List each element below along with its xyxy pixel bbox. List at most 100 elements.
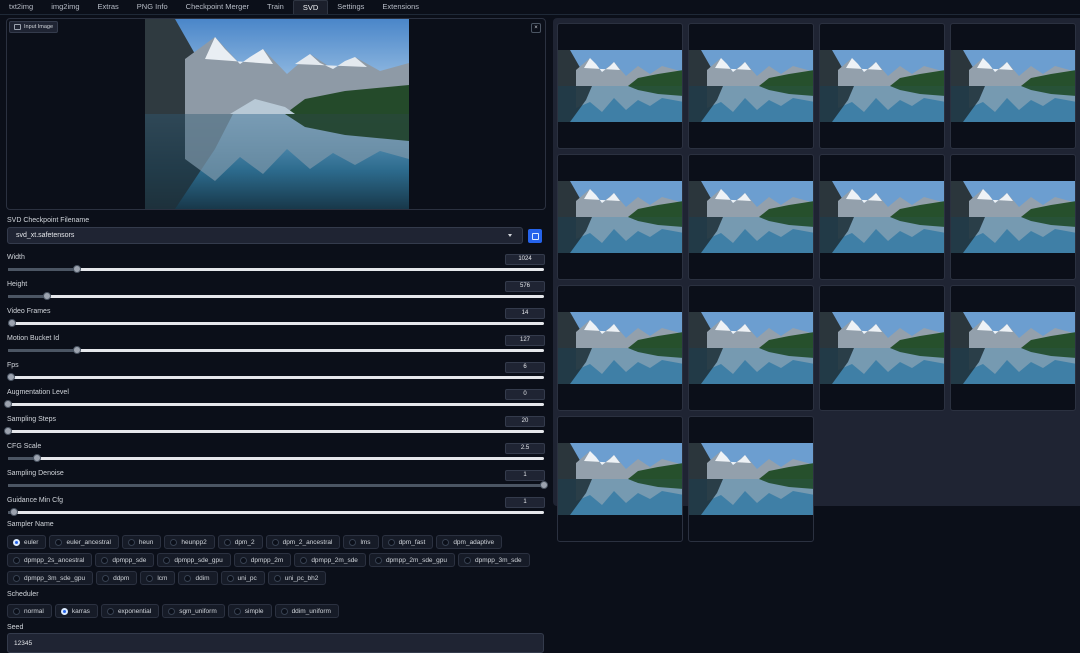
scheduler-option-exponential[interactable]: exponential xyxy=(100,604,160,618)
frame-image xyxy=(689,312,813,384)
cfg-scale-slider[interactable] xyxy=(8,454,544,462)
radio-dot-icon xyxy=(280,607,288,615)
cfg-scale-slider-handle[interactable] xyxy=(33,454,42,462)
gallery-thumbnail[interactable] xyxy=(819,285,945,411)
sampling-steps-slider[interactable] xyxy=(4,427,544,435)
sampler-option-dpm-2-ancestral[interactable]: dpm_2_ancestral xyxy=(265,535,341,549)
video-frames-slider-handle[interactable] xyxy=(8,319,17,327)
sampler-option-dpmpp-2s-ancestral[interactable]: dpmpp_2s_ancestral xyxy=(7,553,93,567)
gallery-thumbnail[interactable] xyxy=(557,285,683,411)
scheduler-option-simple[interactable]: simple xyxy=(227,604,272,618)
sampling-denoise-number-input[interactable]: 1 xyxy=(505,470,545,481)
tab-txt2img[interactable]: txt2img xyxy=(0,0,42,14)
radio-dot-icon xyxy=(13,607,20,615)
sampling-denoise-slider-handle[interactable] xyxy=(540,481,548,489)
scheduler-option-normal[interactable]: normal xyxy=(7,604,52,618)
cfg-scale-number-input[interactable]: 2.5 xyxy=(505,443,545,454)
augmentation-level-slider[interactable] xyxy=(4,400,544,408)
sampler-option-dpm-adaptive[interactable]: dpm_adaptive xyxy=(436,535,503,549)
sampler-option-dpm-fast[interactable]: dpm_fast xyxy=(381,535,434,549)
image-icon xyxy=(14,24,21,30)
sampler-option-dpmpp-sde-gpu[interactable]: dpmpp_sde_gpu xyxy=(157,553,231,567)
refresh-button[interactable] xyxy=(528,229,542,243)
gallery-thumbnail[interactable] xyxy=(950,285,1076,411)
sampler-option-dpmpp-sde[interactable]: dpmpp_sde xyxy=(95,553,155,567)
gallery-thumbnail[interactable] xyxy=(688,23,814,149)
sampler-option-heun[interactable]: heun xyxy=(121,535,162,549)
guidance-min-cfg-number-input[interactable]: 1 xyxy=(505,497,545,508)
sampler-option-dpmpp-2m[interactable]: dpmpp_2m xyxy=(233,553,292,567)
input-image-panel[interactable]: Input Image × xyxy=(6,18,546,210)
sampler-option-heunpp2[interactable]: heunpp2 xyxy=(164,535,215,549)
sampler-option-ddim[interactable]: ddim xyxy=(178,571,218,585)
input-image-label: Input Image xyxy=(9,21,59,33)
width-number-input[interactable]: 1024 xyxy=(505,254,545,265)
seed-input[interactable]: 12345 xyxy=(7,633,544,653)
augmentation-level-number-input[interactable]: 0 xyxy=(505,389,545,400)
radio-dot-icon xyxy=(464,556,472,564)
checkpoint-value: svd_xt.safetensors xyxy=(16,232,75,239)
height-slider[interactable] xyxy=(8,292,544,300)
width-slider-handle[interactable] xyxy=(72,265,81,273)
sampling-denoise-slider[interactable] xyxy=(8,481,548,489)
sampler-option-lcm[interactable]: lcm xyxy=(140,571,176,585)
width-slider[interactable] xyxy=(8,265,544,273)
gallery-thumbnail[interactable] xyxy=(950,154,1076,280)
motion-bucket-id-number-input[interactable]: 127 xyxy=(505,335,545,346)
sampler-option-lms[interactable]: lms xyxy=(343,535,379,549)
sampler-option-dpmpp-3m-sde[interactable]: dpmpp_3m_sde xyxy=(458,553,530,567)
checkpoint-dropdown[interactable]: svd_xt.safetensors xyxy=(7,227,523,244)
video-frames-number-input[interactable]: 14 xyxy=(505,308,545,319)
gallery-thumbnail[interactable] xyxy=(819,23,945,149)
video-frames-slider[interactable] xyxy=(8,319,544,327)
sampling-steps-number-input[interactable]: 20 xyxy=(505,416,545,427)
sampler-option-uni-pc-bh2[interactable]: uni_pc_bh2 xyxy=(267,571,327,585)
tab-extensions[interactable]: Extensions xyxy=(373,0,428,14)
sampler-option-dpmpp-2m-sde-gpu[interactable]: dpmpp_2m_sde_gpu xyxy=(368,553,456,567)
height-slider-handle[interactable] xyxy=(43,292,52,300)
sampling-steps-slider-handle[interactable] xyxy=(4,427,12,435)
radio-dot-icon xyxy=(184,574,192,582)
gallery-thumbnail[interactable] xyxy=(688,285,814,411)
gallery-thumbnail[interactable] xyxy=(688,416,814,542)
guidance-min-cfg-slider[interactable] xyxy=(8,508,544,516)
guidance-min-cfg-slider-handle[interactable] xyxy=(10,508,19,516)
tab-checkpoint-merger[interactable]: Checkpoint Merger xyxy=(177,0,258,14)
sampler-option-euler-ancestral[interactable]: euler_ancestral xyxy=(49,535,119,549)
gallery-thumbnail[interactable] xyxy=(557,154,683,280)
fps-number-input[interactable]: 6 xyxy=(505,362,545,373)
sampler-option-uni-pc[interactable]: uni_pc xyxy=(220,571,265,585)
scheduler-option-sgm-uniform[interactable]: sgm_uniform xyxy=(162,604,225,618)
tab-settings[interactable]: Settings xyxy=(328,0,373,14)
motion-bucket-id-slider-handle[interactable] xyxy=(72,346,81,354)
augmentation-level-slider-handle[interactable] xyxy=(4,400,12,408)
scheduler-option-karras[interactable]: karras xyxy=(54,604,98,618)
gallery-thumbnail[interactable] xyxy=(950,23,1076,149)
tab-extras[interactable]: Extras xyxy=(89,0,128,14)
input-image xyxy=(145,19,409,209)
tab-img2img[interactable]: img2img xyxy=(42,0,88,14)
motion-bucket-id-slider[interactable] xyxy=(8,346,544,354)
sampler-option-ddpm[interactable]: ddpm xyxy=(96,571,138,585)
fps-slider-handle[interactable] xyxy=(6,373,15,381)
scheduler-option-ddim-uniform[interactable]: ddim_uniform xyxy=(274,604,339,618)
sampler-option-dpmpp-2m-sde[interactable]: dpmpp_2m_sde xyxy=(294,553,366,567)
tab-png-info[interactable]: PNG Info xyxy=(128,0,177,14)
tab-train[interactable]: Train xyxy=(258,0,293,14)
height-number-input[interactable]: 576 xyxy=(505,281,545,292)
close-icon[interactable]: × xyxy=(531,23,541,33)
sampler-option-dpmpp-3m-sde-gpu[interactable]: dpmpp_3m_sde_gpu xyxy=(7,571,94,585)
gallery-thumbnail[interactable] xyxy=(688,154,814,280)
radio-dot-icon xyxy=(226,574,234,582)
gallery-thumbnail[interactable] xyxy=(557,23,683,149)
sampler-option-dpm-2[interactable]: dpm_2 xyxy=(217,535,263,549)
gallery-thumbnail[interactable] xyxy=(819,154,945,280)
radio-dot-icon xyxy=(271,538,279,546)
sampler-option-label: heun xyxy=(138,538,154,546)
sampler-option-euler[interactable]: euler xyxy=(7,535,47,549)
gallery-thumbnail[interactable] xyxy=(557,416,683,542)
tab-svd[interactable]: SVD xyxy=(292,0,329,14)
sampler-option-label: dpmpp_sde_gpu xyxy=(174,556,223,564)
frame-image xyxy=(558,443,682,515)
fps-slider[interactable] xyxy=(6,373,544,381)
